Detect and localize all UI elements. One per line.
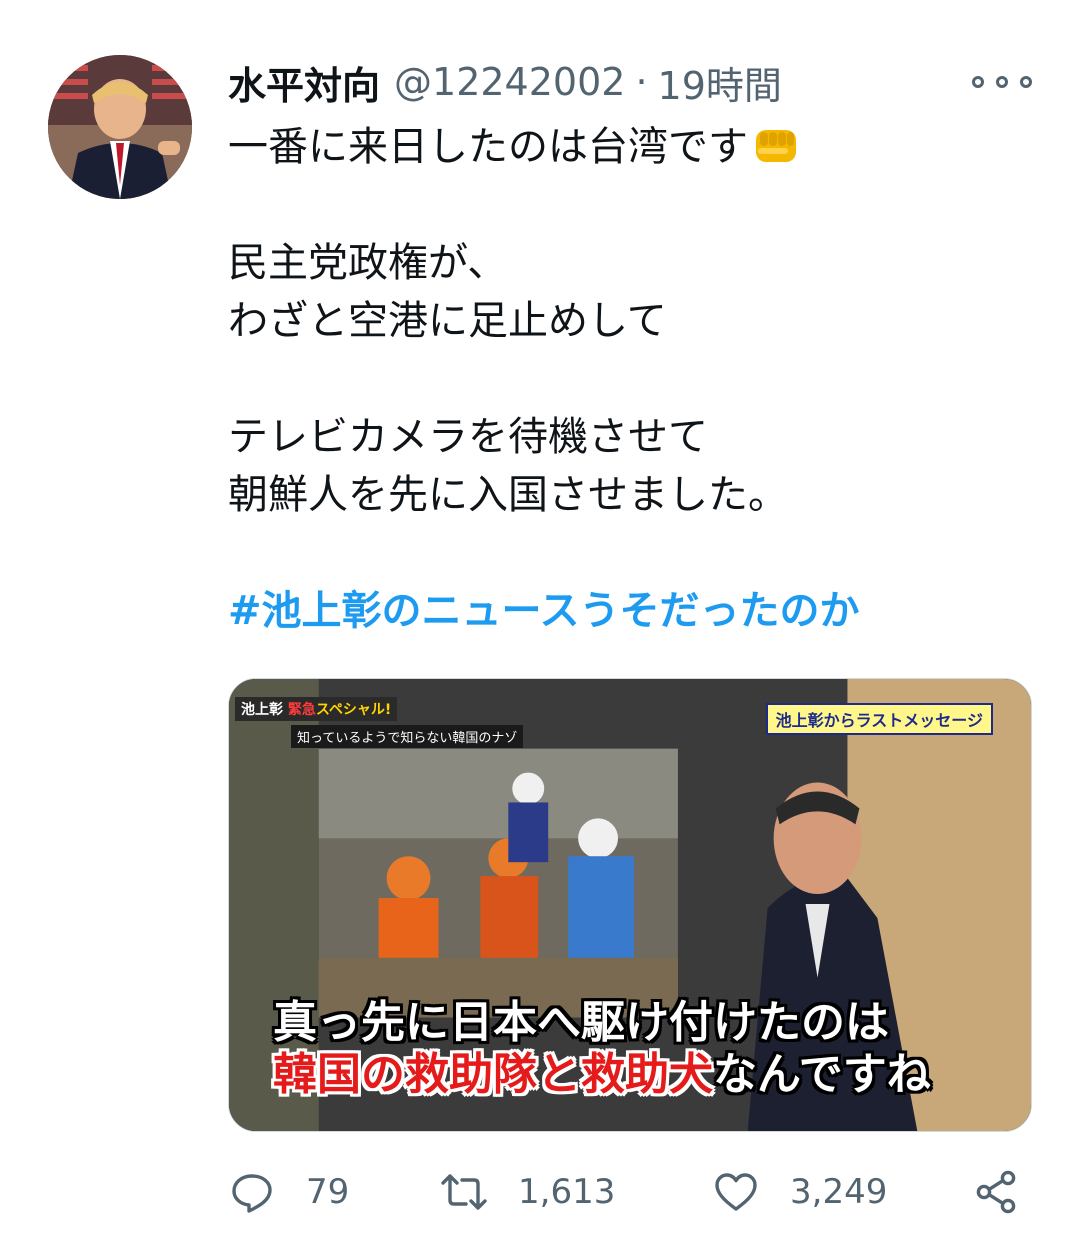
retweet-icon xyxy=(441,1174,487,1210)
reply-button[interactable]: 79 xyxy=(228,1164,349,1220)
media-corner-caption: 池上彰からラストメッセージ xyxy=(765,703,993,735)
media-subtitle-line1: 真っ先に日本へ駆け付けたのは xyxy=(273,997,889,1048)
display-name[interactable]: 水平対向 xyxy=(228,55,380,110)
tweet-line: 民主党政権が、 xyxy=(228,240,508,286)
share-icon xyxy=(976,1170,1016,1214)
tweet-line: 朝鮮人を先に入国させました。 xyxy=(228,472,788,518)
media-image[interactable]: 池上彰 緊急スペシャル! 知っているようで知らない韓国のナゾ 池上彰からラストメ… xyxy=(228,678,1032,1132)
action-bar: 79 1,613 3,249 xyxy=(228,1164,1032,1220)
tweet-header: 水平対向 @12242002 · 19時間 xyxy=(228,52,782,112)
retweet-button[interactable]: 1,613 xyxy=(440,1164,615,1220)
avatar[interactable] xyxy=(48,55,192,199)
retweet-count: 1,613 xyxy=(518,1172,616,1212)
like-count: 3,249 xyxy=(790,1172,888,1212)
like-button[interactable]: 3,249 xyxy=(712,1164,887,1220)
reply-count: 79 xyxy=(306,1172,350,1212)
fist-emoji-icon xyxy=(752,124,800,182)
media-subtitle-white: なんですね xyxy=(713,1049,931,1100)
user-handle[interactable]: @12242002 xyxy=(394,60,625,104)
media-subtitle-red: 韓国の救助隊と救助犬 xyxy=(273,1049,713,1100)
share-button[interactable] xyxy=(972,1164,1020,1220)
tweet-line: テレビカメラを待機させて xyxy=(228,414,708,460)
media-sub-caption: 知っているようで知らない韓国のナゾ xyxy=(291,725,524,748)
timestamp[interactable]: 19時間 xyxy=(658,55,782,110)
separator-dot: · xyxy=(635,60,648,104)
like-icon xyxy=(715,1173,757,1211)
tweet-line: わざと空港に足止めして xyxy=(228,298,667,344)
tweet-line: 一番に来日したのは台湾です xyxy=(228,118,1028,176)
media-program-tag: 池上彰 緊急スペシャル! xyxy=(235,697,398,721)
hashtag-link[interactable]: #池上彰のニュースうそだったのか xyxy=(228,582,1028,640)
avatar-image xyxy=(48,55,192,199)
tweet-text: 一番に来日したのは台湾です 民主党政権が、 わざと空港に足止めして テレビカメラ… xyxy=(228,118,1028,640)
media-subtitle-line2: 韓国の救助隊と救助犬なんですね xyxy=(273,1049,993,1101)
reply-icon xyxy=(232,1174,272,1213)
more-options-icon[interactable] xyxy=(972,62,1032,102)
tweet[interactable]: 水平対向 @12242002 · 19時間 一番に来日したのは台湾です 民主党政… xyxy=(0,0,1080,1241)
